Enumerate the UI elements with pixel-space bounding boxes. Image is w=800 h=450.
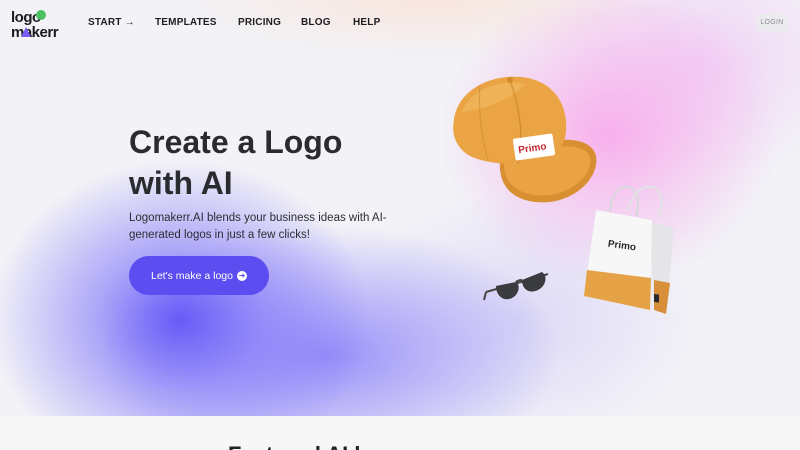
featured-heading-start: Featured AI l xyxy=(228,442,360,450)
hero-title-line-2: with AI xyxy=(129,165,233,201)
logo-triangle-icon xyxy=(21,27,31,37)
make-logo-button[interactable]: Let's make a logo ➜ xyxy=(129,256,269,295)
sunglasses-illustration xyxy=(483,272,549,301)
featured-section-heading: Featured AI lg xyxy=(228,442,374,450)
arrow-right-circle-icon: ➜ xyxy=(236,270,247,281)
hero-description: Logomakerr.AI blends your business ideas… xyxy=(129,212,387,241)
featured-section: Featured AI lg xyxy=(0,416,800,450)
nav-templates[interactable]: TEMPLATES xyxy=(155,17,217,28)
nav-help[interactable]: HELP xyxy=(353,17,380,28)
hero-section: logo makerr START → TEMPLATES PRICING BL… xyxy=(0,0,800,416)
hero-title: Create a Logo with AI xyxy=(129,122,429,204)
shopping-bag-illustration: Primo xyxy=(584,185,674,314)
make-logo-button-label: Let's make a logo xyxy=(151,269,233,282)
site-logo[interactable]: logo makerr xyxy=(11,9,65,41)
featured-heading-accent: g xyxy=(360,442,373,450)
logo-dot-icon xyxy=(36,10,46,20)
nav-pricing[interactable]: PRICING xyxy=(238,17,281,28)
logo-text-bottom: makerr xyxy=(11,24,59,41)
nav-start[interactable]: START → xyxy=(88,17,135,28)
login-button[interactable]: LOGIN xyxy=(756,14,788,31)
hero-title-line-1: Create a Logo xyxy=(129,124,343,160)
nav-blog[interactable]: BLOG xyxy=(301,17,331,28)
